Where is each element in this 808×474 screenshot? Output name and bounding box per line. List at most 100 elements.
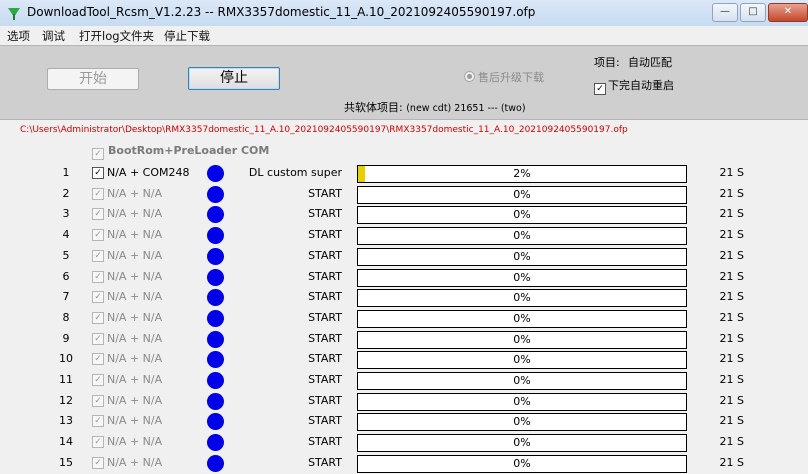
status-dot-icon (207, 454, 224, 472)
port-stage: START (308, 207, 342, 221)
port-time: 21 S (719, 186, 744, 200)
port-stage: START (308, 186, 342, 200)
progress-bar: 0% (357, 454, 687, 473)
port-label: N/A + N/A (107, 290, 163, 304)
progress-bar: 0% (357, 206, 687, 225)
menu-debug[interactable]: 调试 (42, 28, 65, 44)
status-dot-icon (207, 330, 224, 348)
maximize-button[interactable]: □ (740, 3, 766, 22)
file-path: C:\Users\Administrator\Desktop\RMX3357do… (20, 125, 628, 135)
progress-text: 0% (513, 332, 531, 346)
close-icon: ✕ (783, 6, 793, 17)
port-row: 14 ✓ N/A + N/A START 0% 21 S (0, 433, 808, 453)
port-label: N/A + N/A (107, 228, 163, 242)
checkbox-checked-icon: ✓ (92, 148, 104, 160)
port-checkbox[interactable]: ✓ (92, 456, 104, 469)
minimize-button[interactable]: — (712, 3, 738, 22)
port-checkbox[interactable]: ✓ (92, 415, 104, 428)
port-row: 10 ✓ N/A + N/A START 0% 21 S (0, 350, 808, 370)
control-panel: 开始 停止 售后升级下载 项目: 自动匹配 ✓ 下完自动重启 共软体项目: (ne… (0, 45, 808, 120)
status-dot-icon (207, 247, 224, 265)
port-stage: START (308, 248, 342, 262)
start-button[interactable]: 开始 (47, 68, 139, 90)
port-time: 21 S (719, 228, 744, 242)
port-checkbox[interactable]: ✓ (92, 436, 104, 449)
progress-text: 0% (513, 187, 531, 201)
port-checkbox[interactable]: ✓ (92, 270, 104, 283)
progress-bar: 0% (357, 185, 687, 204)
port-checkbox[interactable]: ✓ (92, 229, 104, 242)
port-number: 2 (62, 186, 70, 200)
status-dot-icon (207, 185, 224, 203)
menu-open-log-folder[interactable]: 打开log文件夹 (79, 28, 154, 44)
port-label: N/A + N/A (107, 207, 163, 221)
port-row: 4 ✓ N/A + N/A START 0% 21 S (0, 226, 808, 246)
project-value: 自动匹配 (628, 56, 672, 69)
progress-text: 0% (513, 394, 531, 408)
progress-text: 0% (513, 208, 531, 222)
port-label: N/A + N/A (107, 435, 163, 449)
status-dot-icon (207, 227, 224, 245)
after-sales-label: 售后升级下载 (478, 71, 544, 84)
port-stage: START (308, 290, 342, 304)
port-row: 8 ✓ N/A + N/A START 0% 21 S (0, 309, 808, 329)
port-row: 5 ✓ N/A + N/A START 0% 21 S (0, 247, 808, 267)
port-checkbox[interactable]: ✓ (92, 353, 104, 366)
port-row: 15 ✓ N/A + N/A START 0% 21 S (0, 454, 808, 474)
progress-text: 0% (513, 270, 531, 284)
menu-options[interactable]: 选项 (7, 28, 30, 44)
after-sales-option[interactable]: 售后升级下载 (464, 69, 544, 85)
shared-project-row: 共软体项目: (new cdt) 21651 --- (two) (344, 99, 526, 115)
port-stage: START (308, 393, 342, 407)
port-time: 21 S (719, 373, 744, 386)
bootrom-option[interactable]: ✓ BootRom+PreLoader COM (92, 144, 269, 160)
shared-project-label: 共软体项目: (344, 101, 403, 114)
port-number: 1 (62, 166, 70, 179)
port-checkbox[interactable]: ✓ (92, 208, 104, 221)
port-checkbox[interactable]: ✓ (92, 374, 104, 386)
status-dot-icon (207, 268, 224, 286)
port-label: N/A + N/A (107, 455, 163, 469)
progress-bar: 0% (357, 227, 687, 246)
port-number: 7 (62, 290, 70, 304)
port-row: 13 ✓ N/A + N/A START 0% 21 S (0, 412, 808, 432)
port-label: N/A + N/A (107, 373, 163, 386)
progress-bar: 0% (357, 309, 687, 328)
port-stage: DL custom super (248, 166, 342, 179)
port-row: 2 ✓ N/A + N/A START 0% 21 S (0, 185, 808, 205)
port-label: N/A + N/A (107, 331, 163, 345)
progress-bar: 0% (357, 247, 687, 266)
port-label: N/A + N/A (107, 352, 163, 366)
port-number: 5 (62, 248, 70, 262)
port-row: 12 ✓ N/A + N/A START 0% 21 S (0, 392, 808, 412)
port-stage: START (308, 373, 342, 386)
port-number: 13 (59, 414, 73, 428)
status-dot-icon (207, 372, 224, 389)
auto-reboot-label: 下完自动重启 (608, 79, 674, 92)
progress-bar: 0% (357, 268, 687, 287)
port-checkbox[interactable]: ✓ (92, 311, 104, 324)
status-dot-icon (207, 289, 224, 307)
port-checkbox[interactable]: ✓ (92, 167, 104, 179)
stop-button[interactable]: 停止 (188, 67, 280, 90)
app-icon (8, 8, 20, 20)
status-dot-icon (207, 434, 224, 452)
port-row: 1 ✓ N/A + COM248 DL custom super 2% 21 S (0, 164, 808, 184)
port-number: 14 (59, 435, 73, 449)
close-button[interactable]: ✕ (768, 3, 808, 22)
port-number: 6 (62, 269, 70, 283)
port-checkbox[interactable]: ✓ (92, 394, 104, 407)
port-time: 21 S (719, 269, 744, 283)
title-bar: DownloadTool_Rcsm_V1.2.23 -- RMX3357dome… (0, 0, 808, 27)
port-row: 6 ✓ N/A + N/A START 0% 21 S (0, 268, 808, 288)
menu-stop-download[interactable]: 停止下载 (164, 28, 210, 44)
port-stage: START (308, 352, 342, 366)
progress-bar: 0% (357, 434, 687, 453)
port-checkbox[interactable]: ✓ (92, 291, 104, 304)
progress-text: 0% (513, 311, 531, 325)
port-checkbox[interactable]: ✓ (92, 187, 104, 200)
status-dot-icon (207, 351, 224, 369)
port-checkbox[interactable]: ✓ (92, 332, 104, 345)
port-checkbox[interactable]: ✓ (92, 249, 104, 262)
auto-reboot-option[interactable]: ✓ 下完自动重启 (594, 77, 674, 95)
